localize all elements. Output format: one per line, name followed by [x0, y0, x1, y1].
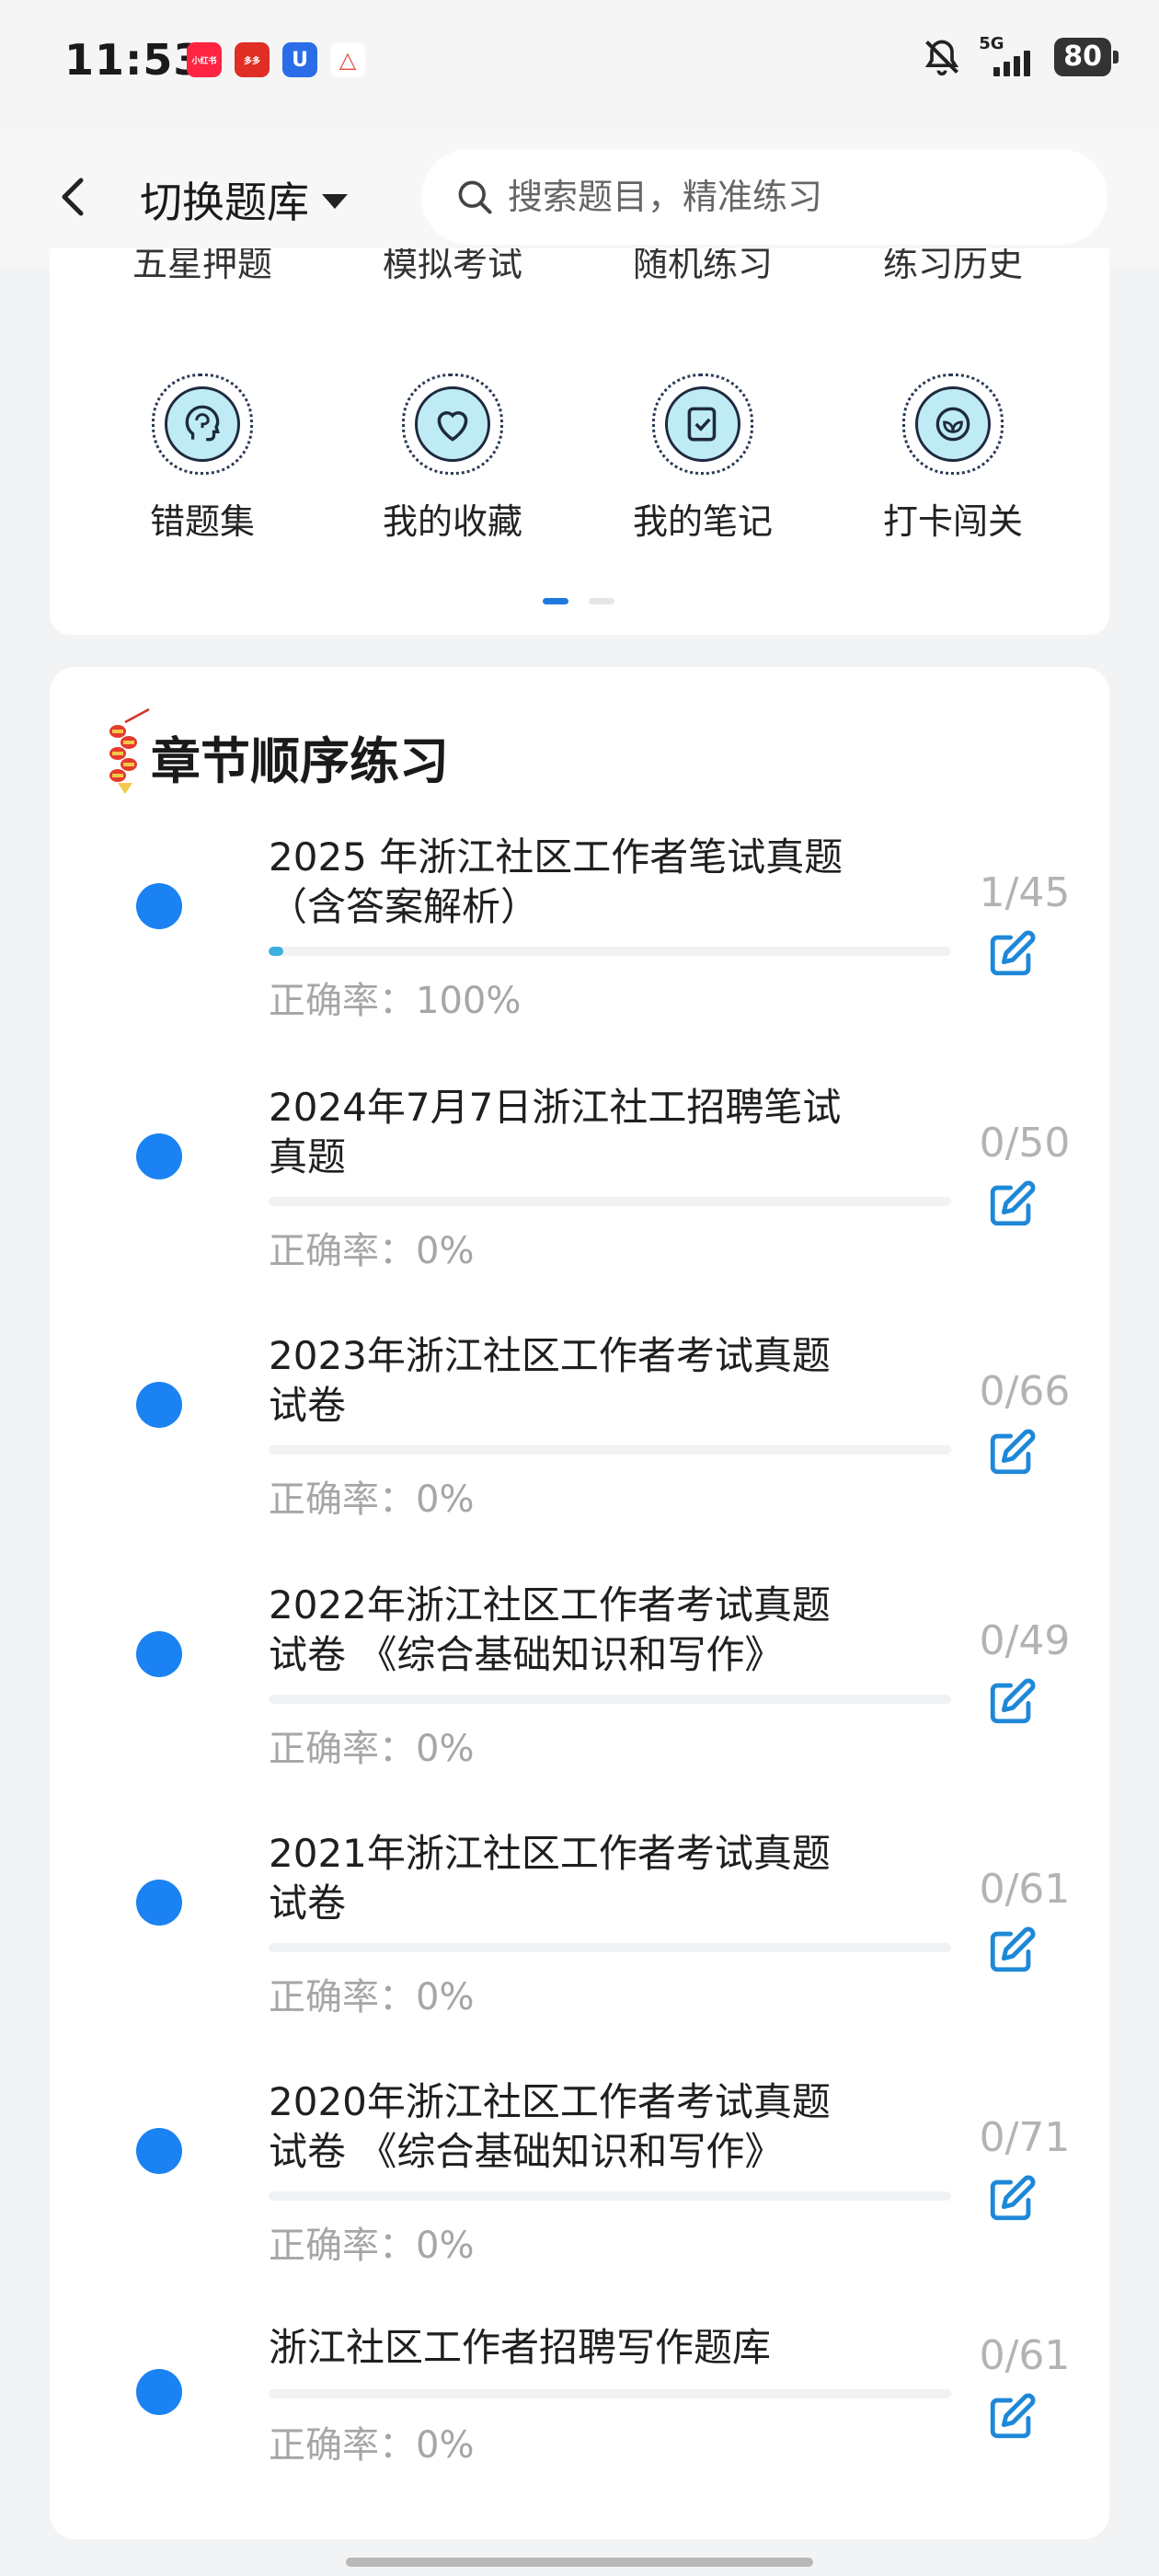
back-button[interactable]	[52, 169, 98, 224]
tool-label-cut[interactable]: 五星押题	[77, 248, 327, 286]
tool-label: 我的收藏	[382, 501, 522, 542]
accuracy-text: 正确率：100%	[269, 980, 522, 1022]
status-bar: 11:53 小红书 多多 U △ 5G 80	[0, 0, 1159, 129]
progress-bar	[269, 1943, 951, 1952]
edit-icon	[990, 1926, 1036, 1972]
firecracker-icon	[109, 707, 150, 794]
chapter-dot	[136, 2128, 182, 2174]
home-indicator[interactable]	[346, 2558, 813, 2567]
chapter-dot	[136, 883, 182, 929]
chapter-title: 2021年浙江社区工作者考试真题试卷	[269, 1831, 831, 1926]
edit-icon	[990, 930, 1036, 976]
note-check-icon	[687, 407, 717, 442]
battery-icon: 80	[1054, 38, 1119, 76]
chapter-title: 2023年浙江社区工作者考试真题试卷	[269, 1333, 831, 1428]
edit-icon	[990, 2175, 1036, 2221]
accuracy-text: 正确率：0%	[269, 1728, 475, 1770]
progress-bar	[269, 1445, 951, 1455]
chapter-title: 2022年浙江社区工作者考试真题试卷 《综合基础知识和写作》	[269, 1582, 831, 1677]
edit-icon	[990, 1429, 1036, 1475]
accuracy-text: 正确率：0%	[269, 1478, 475, 1521]
search-icon	[458, 180, 492, 214]
practice-edit-button[interactable]	[984, 1175, 1041, 1232]
status-time: 11:53	[64, 35, 204, 85]
progress-count: 0/50	[979, 1120, 1071, 1167]
section-title: 章节顺序练习	[151, 732, 449, 790]
tools-card: 五星押题 模拟考试 随机练习 练习历史 错题集 我的收藏 我的笔记 打卡闯关	[50, 248, 1109, 635]
chevron-left-icon	[62, 178, 84, 216]
notification-icons: 小红书 多多 U △	[187, 42, 365, 77]
accuracy-text: 正确率：0%	[269, 2225, 475, 2267]
progress-count: 0/66	[979, 1368, 1071, 1415]
tool-wrong-questions[interactable]: 错题集	[77, 374, 327, 544]
tool-label-cut[interactable]: 模拟考试	[327, 248, 578, 286]
tools-row: 错题集 我的收藏 我的笔记 打卡闯关	[50, 374, 1109, 544]
tool-label-cut[interactable]: 练习历史	[828, 248, 1078, 286]
chapter-dot	[136, 1880, 182, 1926]
progress-bar	[269, 2191, 951, 2201]
edit-icon	[990, 1180, 1036, 1226]
progress-count: 0/71	[979, 2114, 1071, 2161]
search-input[interactable]	[506, 176, 1025, 218]
practice-edit-button[interactable]	[984, 1423, 1041, 1480]
caret-down-icon	[322, 194, 348, 209]
accuracy-text: 正确率：0%	[269, 2424, 475, 2467]
edit-icon	[990, 2393, 1036, 2439]
progress-count: 1/45	[979, 869, 1071, 916]
progress-count: 0/49	[979, 1617, 1071, 1664]
chapter-practice-card: 章节顺序练习 2025 年浙江社区工作者笔试真题（含答案解析） 正确率：100%…	[50, 667, 1109, 2539]
practice-edit-button[interactable]	[984, 925, 1041, 982]
practice-edit-button[interactable]	[984, 2169, 1041, 2226]
page-dot	[589, 598, 614, 604]
shield-app-icon: U	[282, 42, 317, 77]
progress-count: 0/61	[979, 1866, 1071, 1913]
progress-bar	[269, 947, 951, 956]
tool-label: 我的笔记	[632, 501, 773, 542]
switch-bank-label: 切换题库	[140, 178, 309, 227]
tools-row-cut-off: 五星押题 模拟考试 随机练习 练习历史	[50, 248, 1109, 291]
progress-bar	[269, 1695, 951, 1704]
chapter-dot	[136, 1631, 182, 1677]
tool-label-cut[interactable]: 随机练习	[578, 248, 828, 286]
bell-muted-icon	[925, 40, 959, 76]
practice-edit-button[interactable]	[984, 1673, 1041, 1730]
page-dot-active	[543, 598, 568, 604]
chapter-title: 浙江社区工作者招聘写作题库	[269, 2325, 772, 2370]
progress-bar	[269, 1197, 951, 1206]
pinduoduo-app-icon: 多多	[235, 42, 270, 77]
tool-label: 错题集	[149, 501, 255, 542]
progress-bar	[269, 2389, 951, 2398]
header: 切换题库	[0, 129, 1159, 267]
chapter-title: 2020年浙江社区工作者考试真题试卷 《综合基础知识和写作》	[269, 2079, 831, 2174]
sail-app-icon: △	[330, 42, 365, 77]
practice-edit-button[interactable]	[984, 1921, 1041, 1978]
accuracy-text: 正确率：0%	[269, 1230, 475, 1272]
xiaohongshu-app-icon: 小红书	[187, 42, 222, 77]
progress-count: 0/61	[979, 2332, 1071, 2379]
chapter-dot	[136, 2369, 182, 2415]
tool-notes[interactable]: 我的笔记	[578, 374, 828, 544]
accuracy-text: 正确率：0%	[269, 1976, 475, 2018]
chapter-dot	[136, 1382, 182, 1428]
progress-fill	[269, 947, 284, 956]
search-bar[interactable]	[421, 149, 1107, 245]
edit-icon	[990, 1678, 1036, 1724]
brain-head-icon	[185, 405, 220, 442]
chapter-title: 2024年7月7日浙江社工招聘笔试真题	[269, 1085, 842, 1179]
tool-label: 打卡闯关	[882, 501, 1023, 542]
tool-check-in[interactable]: 打卡闯关	[828, 374, 1078, 544]
heart-icon	[437, 411, 468, 442]
page-indicator	[543, 598, 614, 604]
signal-icon: 5G	[979, 34, 1038, 76]
switch-bank-button[interactable]: 切换题库	[140, 169, 348, 230]
chapter-dot	[136, 1133, 182, 1179]
leaf-badge-icon	[935, 407, 970, 442]
system-icons: 5G 80	[922, 34, 1119, 77]
tool-favorites[interactable]: 我的收藏	[327, 374, 578, 544]
chapter-title: 2025 年浙江社区工作者笔试真题（含答案解析）	[269, 834, 843, 929]
practice-edit-button[interactable]	[984, 2387, 1041, 2444]
